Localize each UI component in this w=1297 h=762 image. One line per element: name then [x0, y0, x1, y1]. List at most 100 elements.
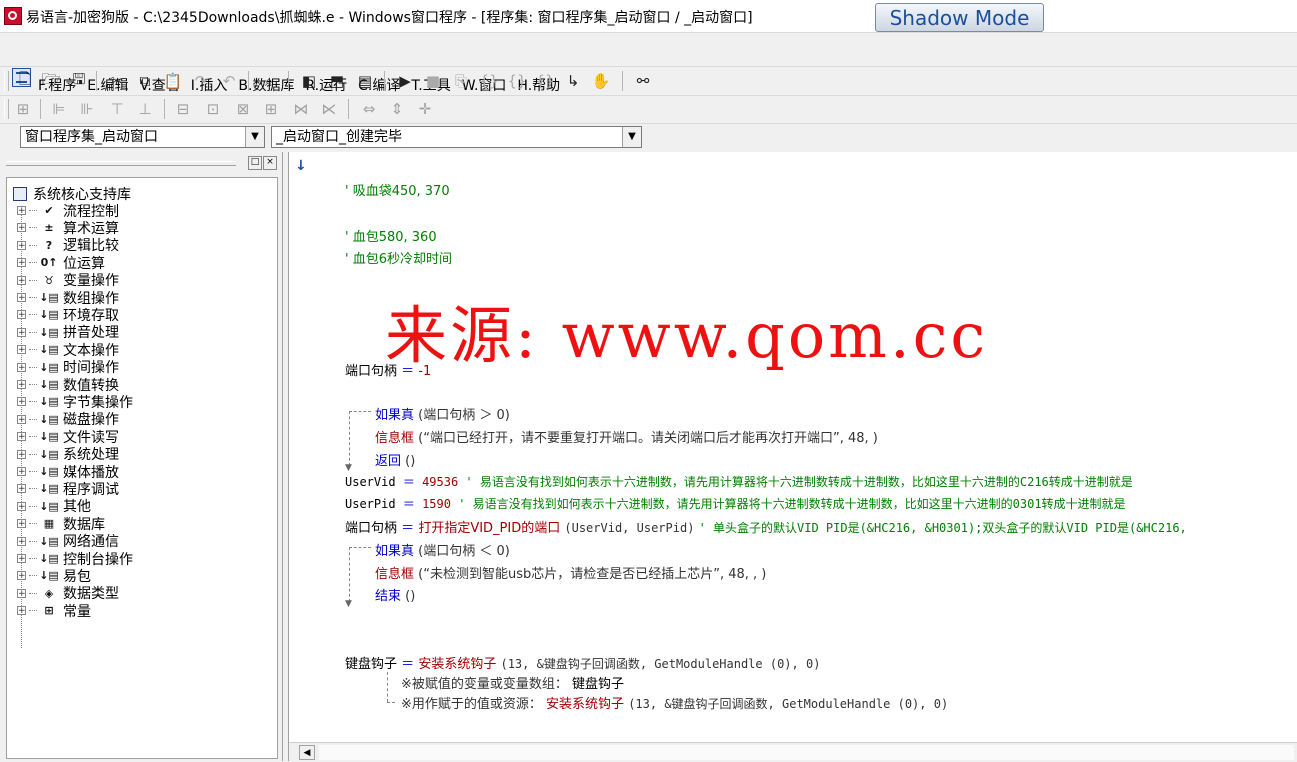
tree-item[interactable]: + ↓▤ 环境存取 — [17, 306, 119, 324]
expand-icon[interactable]: + — [17, 467, 26, 477]
expand-icon[interactable]: + — [17, 275, 26, 285]
tree-item[interactable]: + ↓▤ 文件读写 — [17, 428, 119, 446]
tree-item[interactable]: + ▦ 数据库 — [17, 515, 105, 533]
expand-icon[interactable]: + — [17, 293, 26, 303]
align-right-icon[interactable]: ⊪ — [76, 98, 98, 120]
expand-icon[interactable]: + — [17, 554, 26, 564]
tree-item[interactable]: +0↑ 位运算 — [17, 254, 105, 272]
run-icon[interactable]: ▶ — [394, 70, 416, 92]
step-icon[interactable]: ⎘ — [450, 70, 472, 92]
space-vertical-icon[interactable]: ⋉ — [318, 98, 340, 120]
expand-icon[interactable]: + — [17, 519, 26, 529]
space-horizontal-icon[interactable]: ⋈ — [290, 98, 312, 120]
tree-item[interactable]: + ↓▤ 其他 — [17, 498, 91, 515]
expand-icon[interactable]: + — [17, 223, 26, 233]
center-v-window-icon[interactable]: ⇕ — [386, 98, 408, 120]
tree-item[interactable]: + ↓▤ 系统处理 — [17, 446, 119, 463]
expand-icon[interactable]: + — [17, 258, 26, 268]
expand-icon[interactable]: + — [17, 432, 26, 442]
same-width-icon[interactable]: ⊠ — [232, 98, 254, 120]
expand-icon[interactable]: + — [17, 484, 26, 494]
expand-icon[interactable]: + — [17, 588, 26, 598]
expand-icon[interactable]: + — [17, 206, 26, 216]
step-over-icon[interactable]: {} — [506, 70, 528, 92]
tree-item[interactable]: +? 逻辑比较 — [17, 237, 119, 254]
tree-item[interactable]: + ↓▤ 磁盘操作 — [17, 411, 119, 428]
align-left-icon[interactable]: ⊫ — [48, 98, 70, 120]
expand-icon[interactable]: + — [17, 414, 26, 424]
tree-item[interactable]: + ↓▤ 易包 — [17, 567, 91, 585]
layout-top-icon[interactable]: ⬒ — [326, 70, 348, 92]
code-editor[interactable]: ↓ ' 吸血袋450, 370 ' 血包580, 360 ' 血包6秒冷却时间 … — [288, 152, 1297, 762]
paste-icon[interactable]: 📋 — [162, 70, 184, 92]
tree-item[interactable]: + ↓▤ 时间操作 — [17, 359, 119, 376]
tree-item[interactable]: + ↓▤ 数组操作 — [17, 289, 119, 307]
tree-item[interactable]: + ↓▤ 媒体播放 — [17, 463, 119, 481]
undo-icon[interactable]: ↶ — [218, 70, 240, 92]
hand-icon[interactable]: ✋ — [590, 70, 612, 92]
center-horizontal-icon[interactable]: ⊟ — [172, 98, 194, 120]
layout-grid-icon[interactable]: ▤ — [354, 70, 376, 92]
tree-item[interactable]: + ◈ 数据类型 — [17, 585, 119, 602]
align-icon[interactable]: ⊞ — [12, 98, 34, 120]
expand-icon[interactable]: + — [17, 362, 26, 372]
tree-item[interactable]: + ↓▤ 拼音处理 — [17, 324, 119, 341]
method-combo[interactable]: _启动窗口_创建完毕 ▼ — [271, 126, 642, 148]
scrollbar-track[interactable] — [319, 745, 1294, 760]
new-file-icon[interactable]: 🗋 — [14, 70, 36, 92]
stop-icon[interactable]: ■ — [422, 70, 444, 92]
tree-connector — [29, 453, 37, 455]
code-area[interactable]: ' 吸血袋450, 370 ' 血包580, 360 ' 血包6秒冷却时间 来源… — [289, 152, 1297, 742]
step-into-icon[interactable]: {} — [478, 70, 500, 92]
tree-item[interactable]: + ⊞ 常量 — [17, 602, 91, 620]
class-combo[interactable]: 窗口程序集_启动窗口 ▼ — [20, 126, 265, 148]
expand-icon[interactable]: + — [17, 571, 26, 581]
expand-icon[interactable]: + — [17, 501, 26, 511]
run-to-cursor-icon[interactable]: ↳ — [562, 70, 584, 92]
tree-item[interactable]: + ↓▤ 文本操作 — [17, 341, 119, 359]
copy-icon[interactable]: ⧉ — [134, 70, 156, 92]
scroll-left-icon[interactable]: ◀ — [299, 745, 315, 760]
panel-grip[interactable] — [6, 161, 236, 166]
close-icon[interactable]: × — [263, 156, 277, 170]
tree-item[interactable]: + ↓▤ 控制台操作 — [17, 550, 133, 568]
find-icon[interactable]: ⌕ — [258, 70, 280, 92]
tree-item[interactable]: + ± 算术运算 — [17, 219, 119, 237]
expand-icon[interactable]: + — [17, 449, 26, 459]
center-vertical-icon[interactable]: ⊡ — [202, 98, 224, 120]
toolbar-grip[interactable] — [4, 99, 9, 119]
tree-connector — [29, 297, 37, 298]
maximize-icon[interactable]: □ — [248, 156, 262, 170]
align-top-icon[interactable]: ⊤ — [106, 98, 128, 120]
toolbar-grip[interactable] — [4, 71, 9, 91]
layout-left-icon[interactable]: ◧ — [298, 70, 320, 92]
tree-item[interactable]: + ↓▤ 网络通信 — [17, 533, 119, 550]
center-window-icon[interactable]: ✛ — [414, 98, 436, 120]
expand-icon[interactable]: + — [17, 380, 26, 390]
chevron-down-icon[interactable]: ▼ — [245, 127, 264, 147]
expand-icon[interactable]: + — [17, 536, 26, 546]
expand-icon[interactable]: + — [17, 327, 26, 337]
tree-item[interactable]: + ↓▤ 程序调试 — [17, 480, 119, 498]
tree-item[interactable]: + ✔ 流程控制 — [17, 202, 119, 220]
expand-icon[interactable]: + — [17, 606, 26, 616]
cut-icon[interactable]: ✂ — [106, 70, 128, 92]
shadow-mode-button[interactable]: Shadow Mode — [875, 3, 1044, 32]
chevron-down-icon[interactable]: ▼ — [622, 127, 641, 147]
tree-item[interactable]: + ↓▤ 字节集操作 — [17, 393, 133, 411]
binoculars-icon[interactable]: ⚯ — [632, 70, 654, 92]
same-height-icon[interactable]: ⊞ — [260, 98, 282, 120]
open-folder-icon[interactable]: 🗁 — [40, 70, 62, 92]
center-h-window-icon[interactable]: ⇔ — [358, 98, 380, 120]
step-out-icon[interactable]: {} — [534, 70, 556, 92]
expand-icon[interactable]: + — [17, 310, 26, 320]
horizontal-scrollbar[interactable]: ◀ — [289, 742, 1297, 762]
tree-item[interactable]: + ♉ 变量操作 — [17, 272, 119, 289]
align-bottom-icon[interactable]: ⊥ — [134, 98, 156, 120]
save-icon[interactable]: 🖫 — [68, 70, 90, 92]
redo-icon[interactable]: ↷ — [190, 70, 212, 92]
expand-icon[interactable]: + — [17, 345, 26, 355]
tree-item[interactable]: + ↓▤ 数值转换 — [17, 376, 119, 394]
expand-icon[interactable]: + — [17, 397, 26, 407]
expand-icon[interactable]: + — [17, 240, 26, 250]
